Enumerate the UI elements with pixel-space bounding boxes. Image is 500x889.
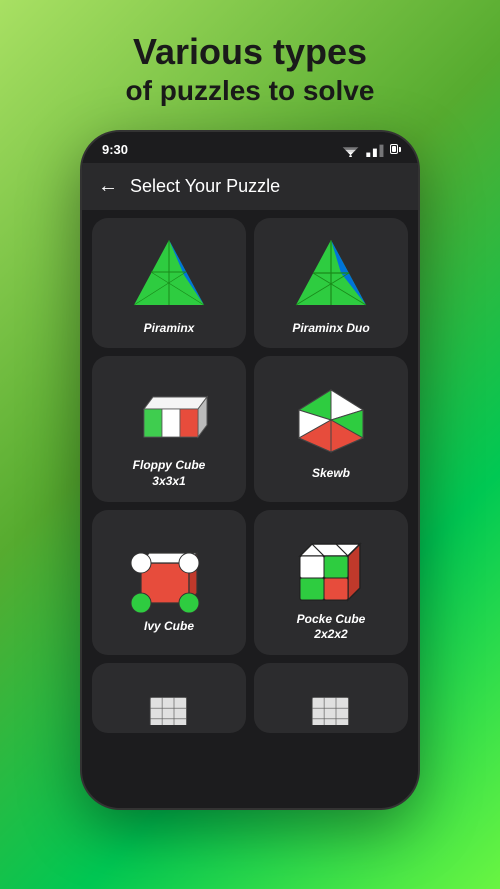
battery-icon [390,144,398,154]
status-time: 9:30 [102,142,128,157]
piraminx-label: Piraminx [144,321,195,337]
puzzle-card-skewb[interactable]: Skewb [254,356,408,501]
nav-title: Select Your Puzzle [130,176,280,197]
piraminx-duo-icon [291,235,371,315]
extra-cube-b-icon [301,675,361,725]
header-title: Various types [126,30,375,73]
status-icons [340,142,398,158]
signal-icon [365,142,386,158]
skewb-icon [291,380,371,460]
pocke-cube-label: Pocke Cube 2x2x2 [297,612,366,643]
pocke-cube-icon [291,526,371,606]
puzzle-card-extra-b[interactable] [254,663,408,733]
puzzle-card-piraminx-duo[interactable]: Piraminx Duo [254,218,408,348]
puzzle-grid: Piraminx Piraminx Duo [82,210,418,740]
phone-frame: 9:30 ← Select Your Puzzle [80,130,420,810]
puzzle-card-extra-a[interactable] [92,663,246,733]
puzzle-card-ivy-cube[interactable]: Ivy Cube [92,510,246,655]
puzzle-card-floppy-cube[interactable]: Floppy Cube 3x3x1 [92,356,246,501]
wifi-icon [340,142,361,158]
header-subtitle: of puzzles to solve [126,73,375,109]
puzzle-card-pocke-cube[interactable]: Pocke Cube 2x2x2 [254,510,408,655]
skewb-label: Skewb [312,466,350,482]
extra-cube-a-icon [139,675,199,725]
piraminx-icon [129,235,209,315]
ivy-cube-label: Ivy Cube [144,619,194,635]
ivy-cube-icon [129,533,209,613]
piraminx-duo-label: Piraminx Duo [292,321,369,337]
nav-bar: ← Select Your Puzzle [82,163,418,210]
floppy-cube-label: Floppy Cube 3x3x1 [133,458,206,489]
puzzle-card-piraminx[interactable]: Piraminx [92,218,246,348]
header-section: Various types of puzzles to solve [106,0,395,130]
status-bar: 9:30 [82,132,418,164]
floppy-cube-icon [129,372,209,452]
back-button[interactable]: ← [98,175,118,198]
